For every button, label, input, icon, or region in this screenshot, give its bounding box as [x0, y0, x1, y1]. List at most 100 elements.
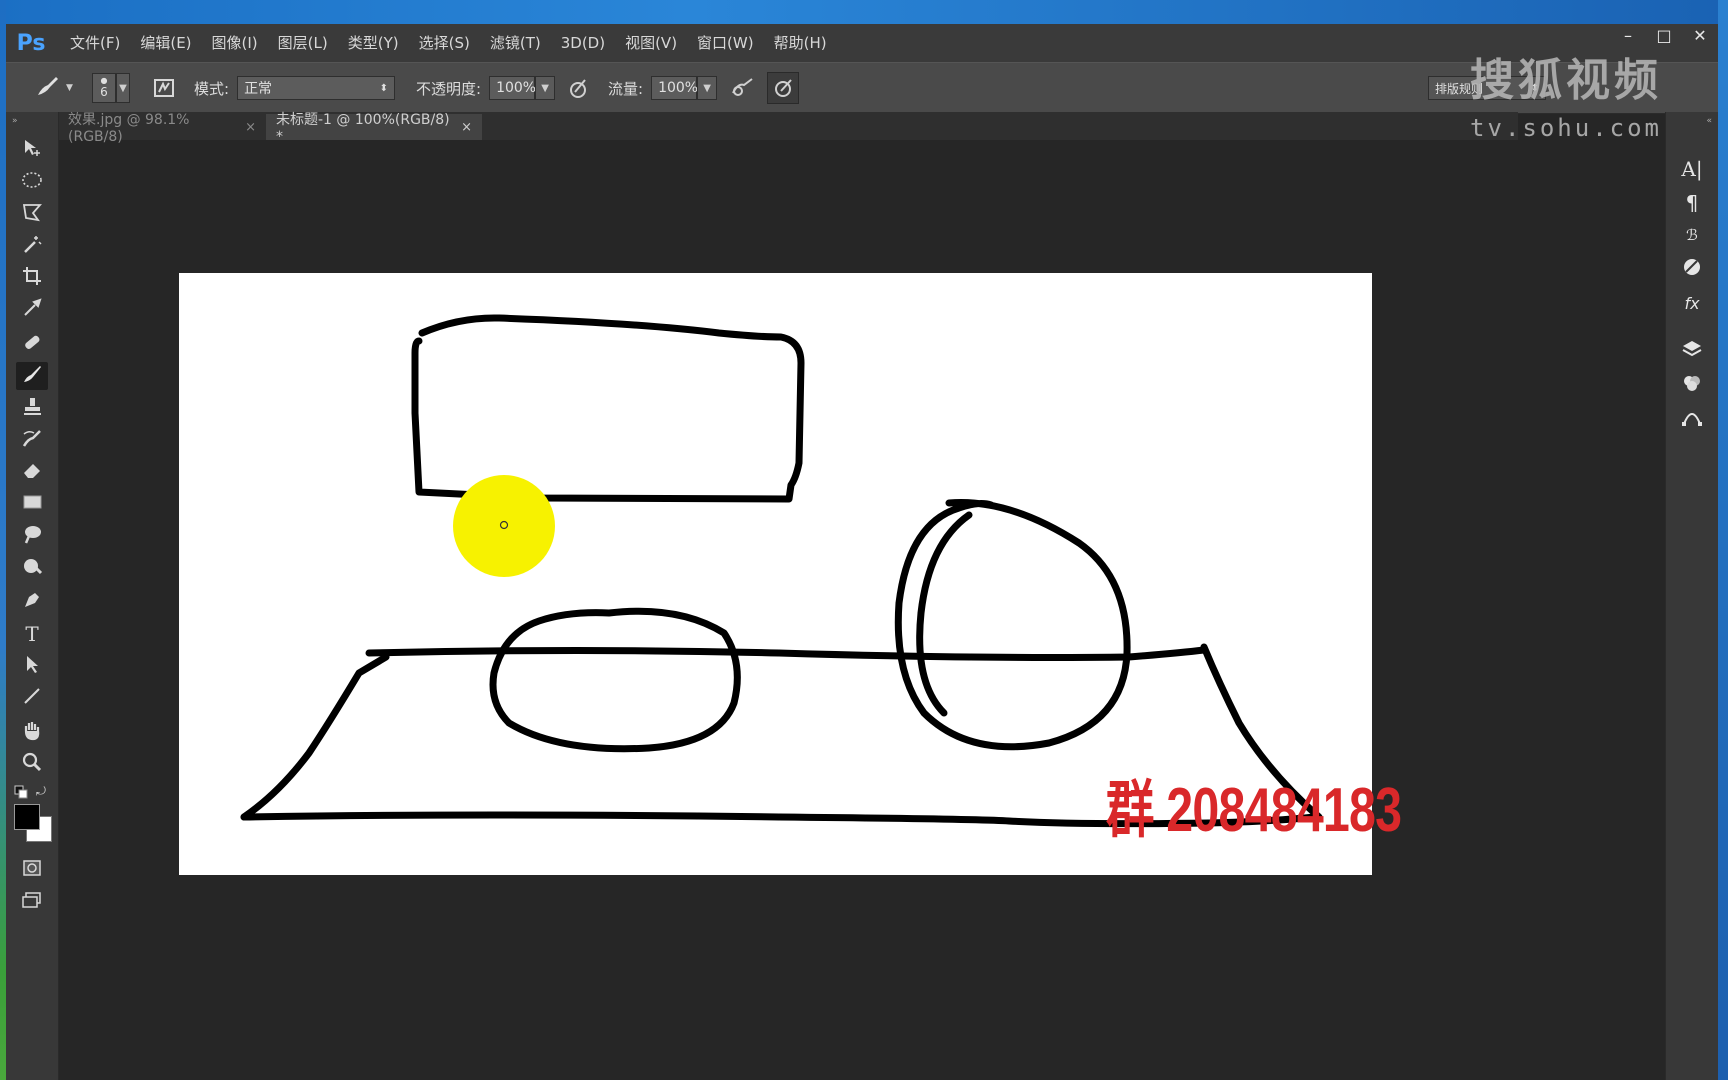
ellipse-marquee-tool[interactable]: [16, 168, 48, 196]
clone-stamp-tool[interactable]: [16, 394, 48, 422]
airbrush-icon[interactable]: [727, 73, 757, 103]
blur-icon: [21, 523, 43, 549]
type-tool[interactable]: T: [16, 620, 48, 648]
paths-icon: [1681, 406, 1703, 433]
character-styles-button[interactable]: ℬ: [1677, 220, 1707, 250]
collapse-icon[interactable]: »: [12, 116, 18, 126]
tool-preset-picker[interactable]: ▼: [34, 63, 73, 113]
ellipse-marquee-icon: [21, 169, 43, 195]
quick-mask-button[interactable]: [16, 856, 48, 884]
opacity-input[interactable]: 100%: [489, 76, 537, 100]
default-colors-icon[interactable]: [14, 784, 28, 803]
flow-input[interactable]: 100%: [651, 76, 699, 100]
eraser-icon: [21, 459, 43, 485]
menu-filter[interactable]: 滤镜(T): [480, 24, 551, 62]
brush-tool[interactable]: [16, 362, 48, 390]
magic-wand-tool[interactable]: [16, 232, 48, 260]
menu-3d[interactable]: 3D(D): [551, 24, 615, 62]
move-tool[interactable]: [16, 136, 48, 164]
foreground-color-swatch[interactable]: [14, 804, 40, 830]
menu-file[interactable]: 文件(F): [60, 24, 130, 62]
table-top-stroke: [365, 646, 1208, 661]
inner-circle-stroke: [916, 511, 973, 717]
move-icon: [21, 137, 43, 163]
menu-help[interactable]: 帮助(H): [764, 24, 837, 62]
character-styles-icon: ℬ: [1686, 226, 1698, 244]
crop-tool[interactable]: [16, 264, 48, 292]
channels-icon: [1681, 372, 1703, 399]
pressure-opacity-icon[interactable]: [563, 73, 593, 103]
quick-mask-icon: [21, 857, 43, 883]
mode-label: 模式:: [194, 79, 230, 98]
flow-value: 100%: [658, 80, 699, 96]
flow-label: 流量:: [608, 79, 644, 98]
close-tab-icon[interactable]: ×: [245, 120, 256, 135]
menu-bar: Ps 文件(F) 编辑(E) 图像(I) 图层(L) 类型(Y) 选择(S) 滤…: [6, 24, 1718, 62]
history-brush-icon: [21, 427, 43, 453]
blur-tool[interactable]: [16, 522, 48, 550]
channels-panel-button[interactable]: [1677, 370, 1707, 400]
path-select-icon: [21, 653, 43, 679]
close-tab-icon[interactable]: ×: [461, 120, 472, 135]
adjustments-panel-button[interactable]: [1677, 254, 1707, 284]
gradient-tool[interactable]: [16, 490, 48, 518]
chevron-down-icon: ▼: [541, 82, 549, 94]
character-panel-button[interactable]: A|: [1677, 154, 1707, 184]
styles-icon: fx: [1684, 293, 1700, 313]
screen-mode-button[interactable]: [16, 888, 48, 916]
pen-tool[interactable]: [16, 588, 48, 616]
polygon-lasso-icon: [21, 201, 43, 227]
rectangle-stroke: [411, 314, 805, 503]
dodge-tool[interactable]: [16, 554, 48, 582]
screen-mode-icon: [21, 889, 43, 915]
menu-select[interactable]: 选择(S): [409, 24, 480, 62]
paragraph-panel-button[interactable]: ¶: [1677, 188, 1707, 218]
eyedropper-tool[interactable]: [16, 296, 48, 324]
watermark-url: tv.sohu.com: [1470, 114, 1662, 142]
dodge-icon: [21, 555, 43, 581]
paths-panel-button[interactable]: [1677, 404, 1707, 434]
qq-group-overlay: 群 208484183: [1106, 776, 1402, 845]
brush-panel-toggle[interactable]: [149, 63, 179, 113]
brush-crosshair-icon: [499, 520, 509, 530]
large-circle-stroke: [894, 499, 1131, 751]
menu-window[interactable]: 窗口(W): [687, 24, 764, 62]
chevron-down-icon: ▼: [116, 73, 130, 103]
gradient-icon: [21, 491, 43, 517]
menu-type[interactable]: 类型(Y): [338, 24, 409, 62]
line-tool[interactable]: [16, 684, 48, 712]
opacity-value: 100%: [496, 80, 537, 96]
hand-tool[interactable]: [16, 718, 48, 746]
path-selection-tool[interactable]: [16, 652, 48, 680]
lasso-tool[interactable]: [16, 200, 48, 228]
photoshop-window: Ps 文件(F) 编辑(E) 图像(I) 图层(L) 类型(Y) 选择(S) 滤…: [6, 24, 1718, 1080]
history-brush-tool[interactable]: [16, 426, 48, 454]
healing-brush-tool[interactable]: [16, 330, 48, 358]
tab-effect-jpg[interactable]: 效果.jpg @ 98.1%(RGB/8) ×: [58, 112, 266, 145]
menu-image[interactable]: 图像(I): [202, 24, 268, 62]
flow-dropdown[interactable]: ▼: [697, 76, 718, 100]
paragraph-icon: ¶: [1685, 191, 1699, 215]
swap-colors-icon[interactable]: ⤾: [36, 784, 46, 799]
brush-icon: [34, 73, 60, 103]
hand-icon: [21, 719, 43, 745]
styles-panel-button[interactable]: fx: [1677, 288, 1707, 318]
brush-panel-icon: [149, 73, 179, 103]
brush-size-picker[interactable]: ● 6 ▼: [92, 63, 130, 113]
menu-view[interactable]: 视图(V): [615, 24, 687, 62]
menu-edit[interactable]: 编辑(E): [130, 24, 201, 62]
close-button[interactable]: ✕: [1682, 24, 1718, 48]
desktop-background-top: [0, 0, 1728, 24]
zoom-icon: [21, 751, 43, 777]
expand-icon[interactable]: «: [1706, 116, 1712, 126]
eraser-tool[interactable]: [16, 458, 48, 486]
menu-layer[interactable]: 图层(L): [268, 24, 338, 62]
pressure-size-icon[interactable]: [767, 72, 800, 104]
tab-label: 未标题-1 @ 100%(RGB/8) *: [276, 112, 450, 145]
zoom-tool[interactable]: [16, 750, 48, 778]
watermark-logo: 搜狐视频: [1470, 55, 1662, 106]
layers-panel-button[interactable]: [1677, 336, 1707, 366]
tab-untitled-1[interactable]: 未标题-1 @ 100%(RGB/8) * ×: [266, 112, 482, 145]
mode-select[interactable]: 正常 ⬍: [237, 76, 396, 100]
opacity-dropdown[interactable]: ▼: [535, 76, 556, 100]
